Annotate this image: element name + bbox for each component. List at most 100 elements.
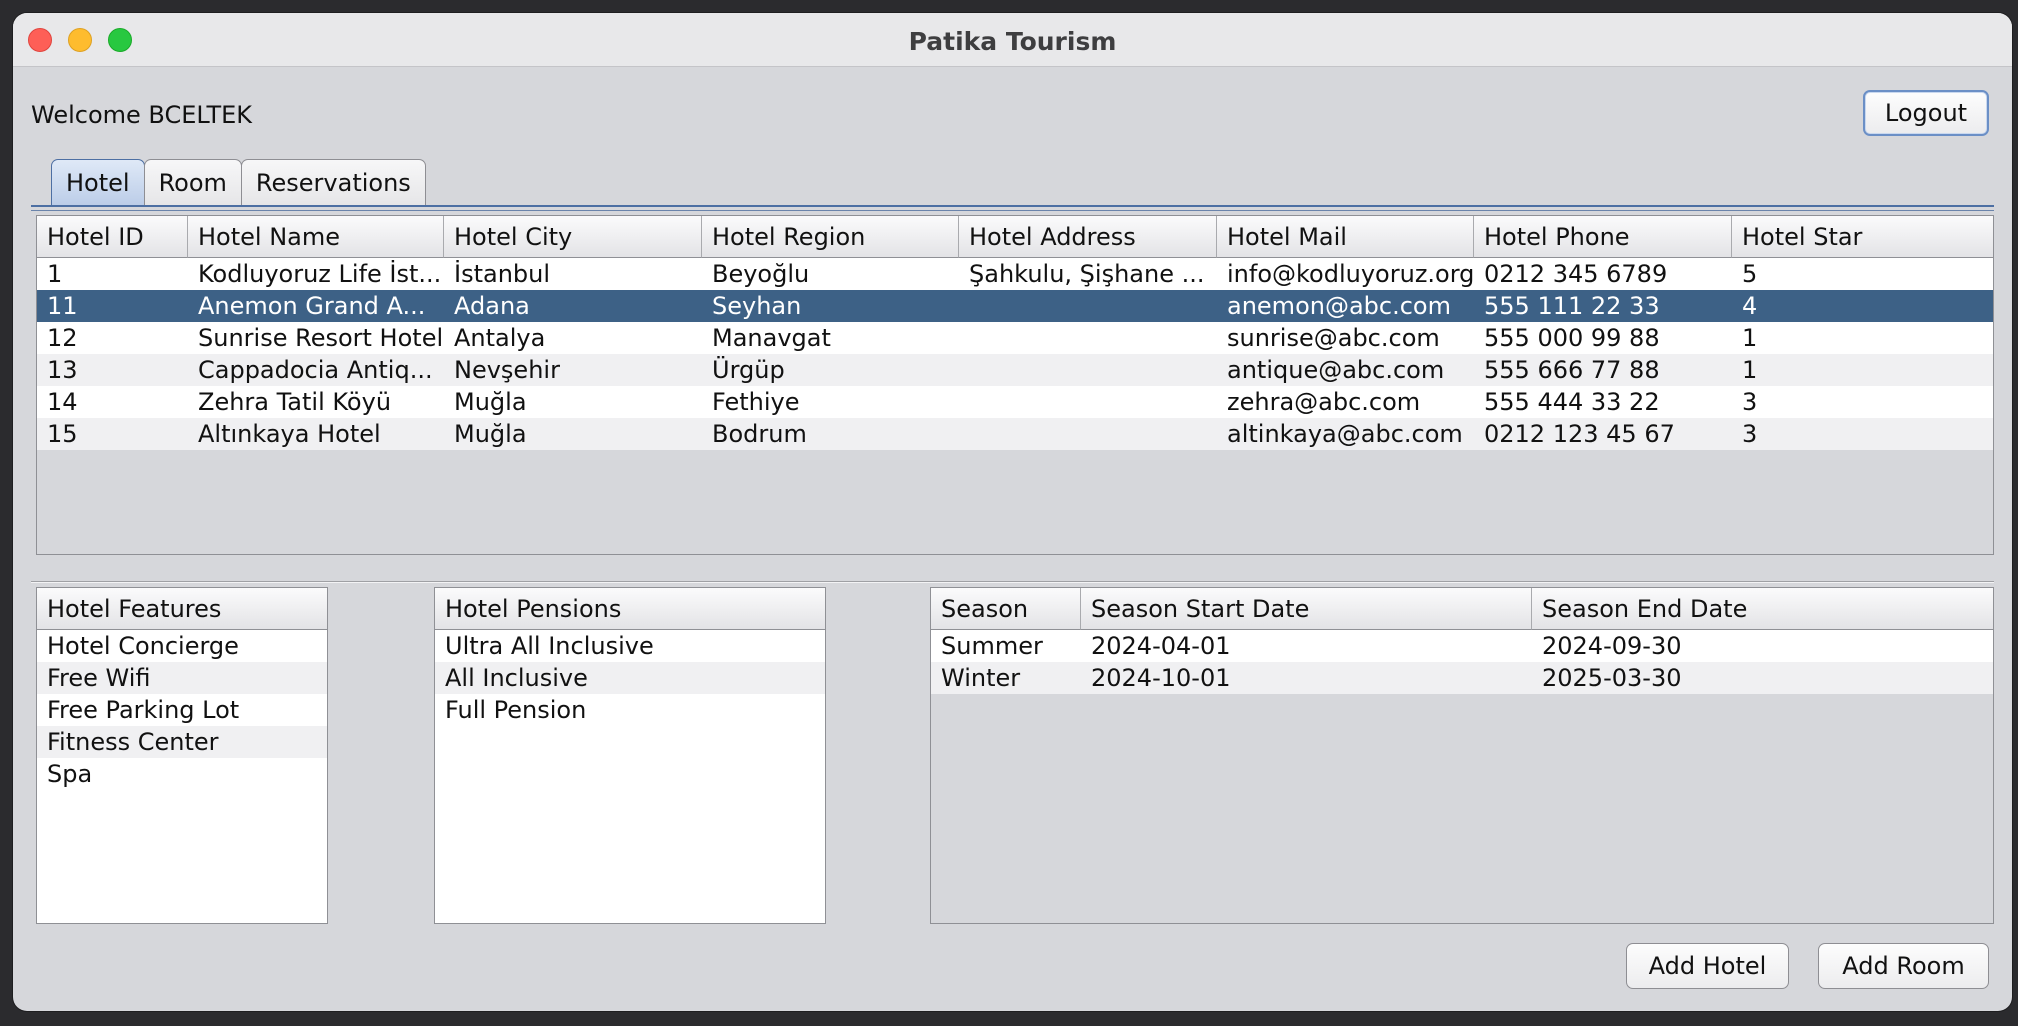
hotel-feature-item-label: Fitness Center [47, 728, 219, 756]
table-cell: 13 [47, 356, 78, 384]
table-row[interactable]: Winter 2024-10-01 2025-03-30 [931, 662, 1993, 694]
welcome-label: Welcome BCELTEK [31, 101, 253, 129]
table-cell: altinkaya@abc.com [1227, 420, 1463, 448]
table-cell: 555 666 77 88 [1484, 356, 1660, 384]
hotel-pension-item[interactable]: Ultra All Inclusive [435, 630, 825, 662]
table-cell: Winter [941, 664, 1021, 692]
logout-button[interactable]: Logout [1863, 90, 1989, 136]
hotel-table-column-header[interactable]: Hotel City [444, 216, 702, 258]
hotel-table-body: 1 Kodluyoruz Life İst... İstanbul Beyoğlu Şa… [37, 258, 1993, 554]
season-table-body: Summer 2024-04-01 2024-09-30 Winter 2024-10-… [931, 630, 1993, 923]
table-cell: Cappadocia Antiq... [198, 356, 433, 384]
table-cell: info@kodluyoruz.org [1227, 260, 1474, 288]
hotel-table-column-header[interactable]: Hotel ID [37, 216, 188, 258]
hotel-feature-item-label: Free Wifi [47, 664, 151, 692]
hotel-features-list[interactable]: Hotel Features Hotel Concierge Free Wifi F… [36, 587, 328, 924]
season-table-column-header[interactable]: Season End Date [1532, 588, 1993, 630]
hotel-pensions-list[interactable]: Hotel Pensions Ultra All Inclusive All In… [434, 587, 826, 924]
section-divider [31, 581, 1994, 583]
table-cell: anemon@abc.com [1227, 292, 1451, 320]
table-cell: Fethiye [712, 388, 800, 416]
table-cell: 14 [47, 388, 78, 416]
table-cell: Muğla [454, 420, 527, 448]
table-cell: Anemon Grand A... [198, 292, 426, 320]
table-cell: 3 [1742, 420, 1758, 448]
table-cell: 555 111 22 33 [1484, 292, 1660, 320]
tab-room[interactable]: Room [143, 159, 242, 205]
table-row[interactable]: 11 Anemon Grand A... Adana Seyhan anemon@abc… [37, 290, 1993, 322]
table-cell [959, 386, 1217, 418]
hotel-table-column-header[interactable]: Hotel Region [702, 216, 959, 258]
hotel-table-column-header[interactable]: Hotel Name [188, 216, 444, 258]
hotel-table-column-header[interactable]: Hotel Phone [1474, 216, 1732, 258]
table-cell: 15 [47, 420, 78, 448]
hotel-features-body: Hotel Concierge Free Wifi Free Parking Lot… [37, 630, 327, 923]
table-cell: 11 [47, 292, 78, 320]
table-cell: Bodrum [712, 420, 807, 448]
table-cell [959, 322, 1217, 354]
hotel-table-column-header[interactable]: Hotel Star [1732, 216, 1993, 258]
tab-reservations[interactable]: Reservations [240, 159, 426, 205]
table-cell: 1 [47, 260, 63, 288]
table-cell: Ürgüp [712, 356, 785, 384]
table-cell: Nevşehir [454, 356, 560, 384]
hotel-pension-item-label: Full Pension [445, 696, 587, 724]
hotel-pension-item[interactable]: All Inclusive [435, 662, 825, 694]
tab-hotel[interactable]: Hotel [51, 159, 145, 205]
hotel-feature-item[interactable]: Free Wifi [37, 662, 327, 694]
title-bar: Patika Tourism [13, 13, 2012, 67]
hotel-pensions-header[interactable]: Hotel Pensions [435, 588, 825, 630]
table-row[interactable]: Summer 2024-04-01 2024-09-30 [931, 630, 1993, 662]
table-row[interactable]: 13 Cappadocia Antiq... Nevşehir Ürgüp antiqu… [37, 354, 1993, 386]
hotel-features-header[interactable]: Hotel Features [37, 588, 327, 630]
hotel-table-column-header[interactable]: Hotel Address [959, 216, 1217, 258]
hotel-pensions-body: Ultra All Inclusive All Inclusive Full Pen… [435, 630, 825, 923]
table-cell: 2025-03-30 [1542, 664, 1682, 692]
table-row[interactable]: 15 Altınkaya Hotel Muğla Bodrum altinkaya@ab… [37, 418, 1993, 450]
table-cell: antique@abc.com [1227, 356, 1445, 384]
table-cell: Summer [941, 632, 1043, 660]
table-cell: Beyoğlu [712, 260, 810, 288]
table-cell: Şahkulu, Şişhane ... [969, 260, 1205, 288]
hotel-table-column-header[interactable]: Hotel Mail [1217, 216, 1474, 258]
hotel-feature-item[interactable]: Hotel Concierge [37, 630, 327, 662]
hotel-feature-item[interactable]: Spa [37, 758, 327, 790]
hotel-feature-item-label: Hotel Concierge [47, 632, 239, 660]
hotel-feature-item-label: Free Parking Lot [47, 696, 240, 724]
add-hotel-button[interactable]: Add Hotel [1626, 943, 1789, 989]
table-cell [959, 354, 1217, 386]
hotel-feature-item[interactable]: Fitness Center [37, 726, 327, 758]
table-cell: 3 [1742, 388, 1758, 416]
table-cell: 2024-04-01 [1091, 632, 1231, 660]
table-cell: 5 [1742, 260, 1758, 288]
table-cell: Sunrise Resort Hotel [198, 324, 444, 352]
table-cell: Manavgat [712, 324, 831, 352]
table-row[interactable]: 1 Kodluyoruz Life İst... İstanbul Beyoğlu Şa… [37, 258, 1993, 290]
table-cell: 1 [1742, 324, 1758, 352]
hotel-pension-item[interactable]: Full Pension [435, 694, 825, 726]
table-cell: sunrise@abc.com [1227, 324, 1440, 352]
table-cell: Muğla [454, 388, 527, 416]
table-cell: 4 [1742, 292, 1758, 320]
hotel-table[interactable]: Hotel ID Hotel Name Hotel City Hotel Region… [36, 215, 1994, 555]
season-table-column-header[interactable]: Season [931, 588, 1081, 630]
hotel-feature-item[interactable]: Free Parking Lot [37, 694, 327, 726]
table-cell: Altınkaya Hotel [198, 420, 381, 448]
table-row[interactable]: 12 Sunrise Resort Hotel Antalya Manavgat sun… [37, 322, 1993, 354]
tab-bar: Hotel Room Reservations [51, 159, 426, 205]
table-cell: 0212 123 45 67 [1484, 420, 1675, 448]
season-table[interactable]: Season Season Start Date Season End Date Su… [930, 587, 1994, 924]
table-cell: Adana [454, 292, 530, 320]
window-title: Patika Tourism [908, 27, 1117, 56]
table-cell: 1 [1742, 356, 1758, 384]
hotel-pension-item-label: All Inclusive [445, 664, 588, 692]
add-room-button[interactable]: Add Room [1818, 943, 1989, 989]
tab-separator [31, 205, 1994, 211]
table-cell: Zehra Tatil Köyü [198, 388, 392, 416]
table-row[interactable]: 14 Zehra Tatil Köyü Muğla Fethiye zehra@abc.… [37, 386, 1993, 418]
table-cell: İstanbul [454, 260, 551, 288]
season-table-column-header[interactable]: Season Start Date [1081, 588, 1532, 630]
table-cell: 0212 345 6789 [1484, 260, 1668, 288]
table-cell [959, 418, 1217, 450]
table-cell: 555 000 99 88 [1484, 324, 1660, 352]
